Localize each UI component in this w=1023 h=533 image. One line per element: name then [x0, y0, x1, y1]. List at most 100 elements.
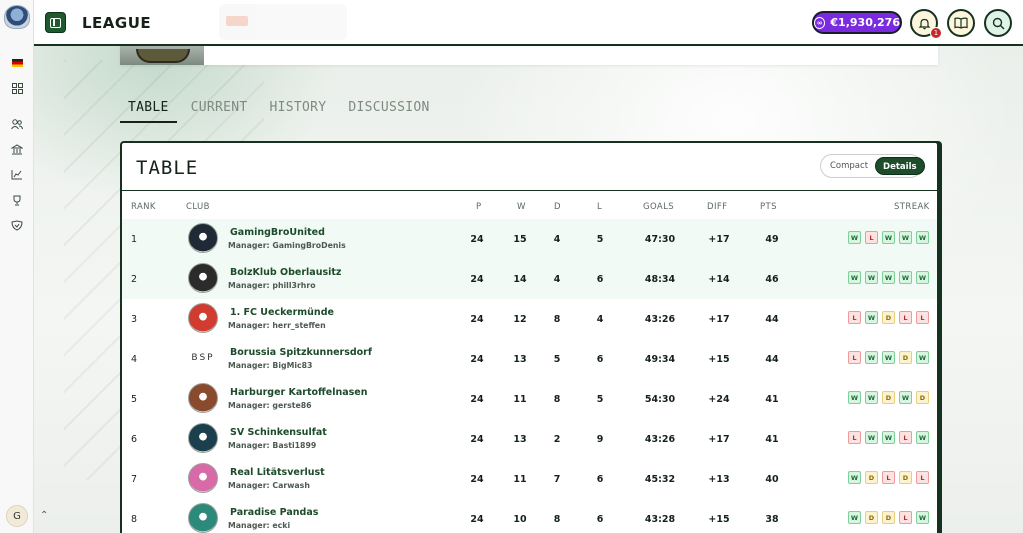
streak-pill: L — [882, 471, 895, 484]
streak-pill: D — [916, 391, 929, 404]
pts-cell: 44 — [765, 314, 779, 325]
tab-current[interactable]: CURRENT — [183, 100, 256, 123]
streak: LWDLL — [848, 311, 929, 324]
club-crest — [188, 423, 218, 453]
col-header-club[interactable]: CLUB — [186, 202, 210, 212]
streak-pill: D — [882, 311, 895, 324]
league-hero-card — [120, 46, 938, 65]
club-name-link[interactable]: Harburger Kartoffelnasen — [230, 387, 368, 398]
col-header-l[interactable]: L — [597, 202, 602, 212]
table-row[interactable]: 8 Paradise Pandas Manager: ecki 24 10 8 6 43:28… — [122, 499, 937, 533]
col-header-rank[interactable]: RANK — [131, 202, 156, 212]
club-crest — [188, 223, 218, 253]
pts-cell: 38 — [765, 514, 779, 525]
table-row[interactable]: 6 SV Schinkensulfat Manager: Basti1899 24 13… — [122, 419, 937, 459]
manager-name: Manager: Basti1899 — [228, 441, 317, 450]
tab-discussion[interactable]: DISCUSSION — [340, 100, 437, 123]
col-header-w[interactable]: W — [517, 202, 526, 212]
streak-pill: W — [899, 271, 912, 284]
col-header-pts[interactable]: PTS — [760, 202, 777, 212]
streak-pill: W — [882, 271, 895, 284]
d-cell: 8 — [553, 514, 561, 525]
club-name-link[interactable]: GamingBroUnited — [230, 227, 325, 238]
header-ghost-element — [219, 4, 347, 40]
l-cell: 4 — [596, 314, 604, 325]
balance-button[interactable]: ∞ €1,930,276 — [812, 11, 902, 34]
streak-pill: D — [865, 471, 878, 484]
table-row[interactable]: 3 1. FC Ueckermünde Manager: herr_steffen 2… — [122, 299, 937, 339]
d-cell: 4 — [553, 234, 561, 245]
pts-cell: 41 — [765, 434, 779, 445]
user-avatar[interactable]: G — [6, 505, 28, 527]
diff-cell: +24 — [708, 394, 730, 405]
tab-history[interactable]: HISTORY — [262, 100, 335, 123]
col-header-p[interactable]: P — [476, 202, 482, 212]
p-cell: 24 — [470, 394, 484, 405]
club-name-link[interactable]: SV Schinkensulfat — [230, 427, 327, 438]
tab-table[interactable]: TABLE — [120, 100, 177, 123]
club-name-link[interactable]: BolzKlub Oberlausitz — [230, 267, 341, 278]
rank-cell: 6 — [131, 434, 138, 445]
w-cell: 14 — [513, 274, 527, 285]
table-row[interactable]: 7 Real Litätsverlust Manager: Carwash 24 11 7… — [122, 459, 937, 499]
d-cell: 8 — [553, 394, 561, 405]
streak: WLWWW — [848, 231, 929, 244]
shield-icon[interactable] — [11, 219, 23, 231]
table-row[interactable]: 4 BSP Borussia Spitzkunnersdorf Manager: Bi… — [122, 339, 937, 379]
l-cell: 9 — [596, 434, 604, 445]
bank-icon[interactable] — [11, 143, 23, 155]
notifications-button[interactable]: 1 — [910, 9, 942, 39]
table-row[interactable]: 5 Harburger Kartoffelnasen Manager: gerste… — [122, 379, 937, 419]
club-name-link[interactable]: Borussia Spitzkunnersdorf — [230, 347, 372, 358]
view-details-option[interactable]: Details — [875, 157, 925, 175]
streak-pill: L — [848, 431, 861, 444]
view-compact-option[interactable]: Compact — [823, 157, 875, 175]
club-name-link[interactable]: Paradise Pandas — [230, 507, 318, 518]
flag-icon[interactable] — [11, 57, 23, 69]
streak-pill: W — [848, 511, 861, 524]
chevron-up-down-icon[interactable]: ⌃ — [40, 510, 48, 521]
rank-cell: 8 — [131, 514, 138, 525]
book-button[interactable] — [947, 9, 975, 37]
sidebar-toggle-icon[interactable] — [45, 12, 66, 33]
col-header-streak[interactable]: STREAK — [894, 202, 930, 212]
streak: WDLDL — [848, 471, 929, 484]
streak-pill: L — [848, 351, 861, 364]
club-name-link[interactable]: 1. FC Ueckermünde — [230, 307, 334, 318]
diff-cell: +17 — [708, 434, 730, 445]
d-cell: 7 — [553, 474, 561, 485]
w-cell: 11 — [513, 474, 527, 485]
l-cell: 6 — [596, 274, 604, 285]
streak-pill: L — [916, 471, 929, 484]
dashboard-icon[interactable] — [11, 82, 23, 94]
table-row[interactable]: 2 BolzKlub Oberlausitz Manager: phill3rhro… — [122, 259, 937, 299]
diff-cell: +14 — [708, 274, 730, 285]
streak: WWWWW — [848, 271, 929, 284]
chart-icon[interactable] — [11, 168, 23, 180]
col-header-goals[interactable]: GOALS — [643, 202, 674, 212]
goals-cell: 54:30 — [644, 394, 676, 405]
w-cell: 15 — [513, 234, 527, 245]
col-header-diff[interactable]: DIFF — [707, 202, 727, 212]
col-header-d[interactable]: D — [554, 202, 561, 212]
link-icon: ∞ — [814, 16, 826, 29]
diff-cell: +17 — [708, 234, 730, 245]
search-button[interactable] — [984, 9, 1012, 37]
streak-pill: D — [882, 391, 895, 404]
streak-pill: D — [882, 511, 895, 524]
streak-pill: W — [848, 391, 861, 404]
p-cell: 24 — [470, 434, 484, 445]
l-cell: 6 — [596, 514, 604, 525]
manager-name: Manager: Carwash — [228, 481, 310, 490]
app-logo[interactable] — [4, 5, 30, 29]
table-row[interactable]: 1 GamingBroUnited Manager: GamingBroDenis 2… — [122, 219, 937, 259]
users-icon[interactable] — [11, 118, 23, 130]
trophy-icon[interactable] — [11, 194, 23, 206]
club-name-link[interactable]: Real Litätsverlust — [230, 467, 325, 478]
search-icon — [992, 17, 1004, 29]
streak-pill: D — [899, 471, 912, 484]
goals-cell: 43:26 — [644, 434, 676, 445]
l-cell: 5 — [596, 394, 604, 405]
streak-pill: W — [899, 391, 912, 404]
streak-pill: W — [865, 351, 878, 364]
